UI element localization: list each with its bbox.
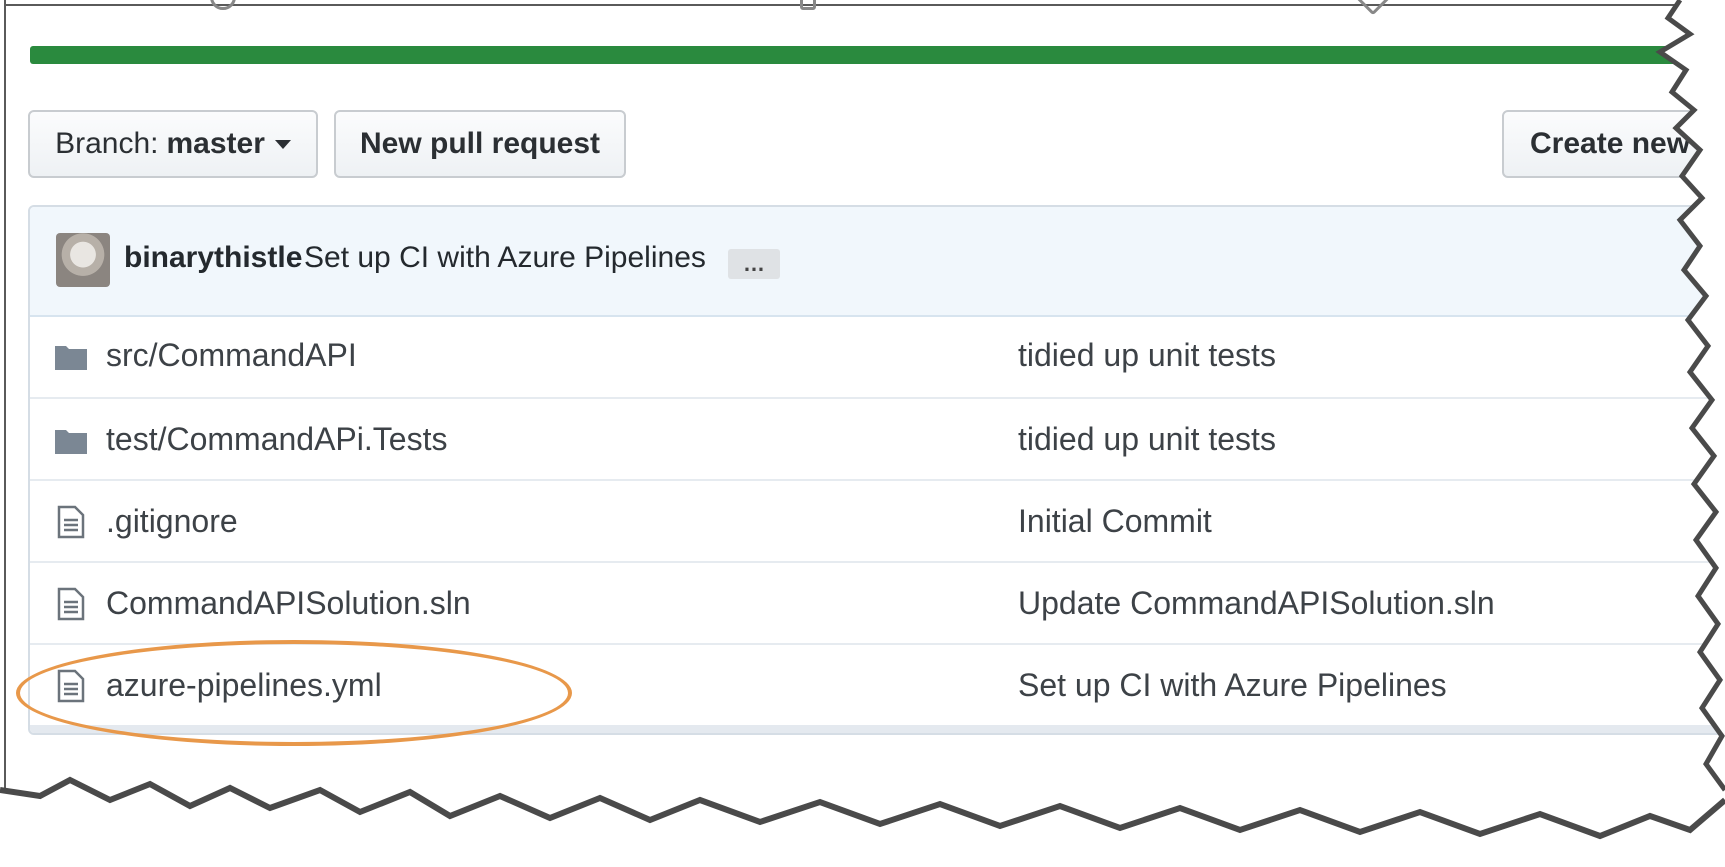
table-row[interactable]: src/CommandAPI tidied up unit tests	[30, 315, 1725, 397]
file-commit-message[interactable]: Update CommandAPISolution.sln	[1018, 585, 1495, 622]
folder-icon	[55, 430, 87, 454]
file-name-link[interactable]: src/CommandAPI	[106, 337, 357, 374]
branch-select-button[interactable]: Branch: master	[28, 110, 318, 178]
language-bar[interactable]	[30, 46, 1700, 64]
tag-icon	[1354, 0, 1392, 16]
branch-icon	[800, 0, 816, 10]
file-icon	[57, 505, 85, 539]
file-commit-message[interactable]: Set up CI with Azure Pipelines	[1018, 667, 1447, 704]
branches-stat[interactable]	[800, 0, 816, 10]
expand-commit-button[interactable]: …	[728, 249, 780, 279]
branch-label: Branch:	[55, 127, 159, 160]
table-row[interactable]: test/CommandAPi.Tests tidied up unit tes…	[30, 397, 1725, 479]
file-commit-message[interactable]: Initial Commit	[1018, 503, 1212, 540]
table-row[interactable]: azure-pipelines.yml Set up CI with Azure…	[30, 643, 1725, 725]
commit-author[interactable]: binarythistle	[124, 241, 302, 275]
caret-down-icon	[274, 139, 291, 149]
commit-message[interactable]: Set up CI with Azure Pipelines	[304, 241, 706, 275]
file-name-link[interactable]: test/CommandAPi.Tests	[106, 421, 447, 458]
file-list: binarythistle Set up CI with Azure Pipel…	[28, 205, 1725, 735]
folder-icon	[55, 346, 87, 370]
repo-page: Branch: master New pull request Create n…	[0, 0, 1725, 867]
file-name-link[interactable]: azure-pipelines.yml	[106, 667, 382, 704]
file-icon	[57, 587, 85, 621]
file-name-link[interactable]: CommandAPISolution.sln	[106, 585, 471, 622]
file-name-link[interactable]: .gitignore	[106, 503, 238, 540]
table-row[interactable]: .gitignore Initial Commit	[30, 479, 1725, 561]
latest-commit-header: binarythistle Set up CI with Azure Pipel…	[30, 207, 1725, 317]
file-commit-message[interactable]: tidied up unit tests	[1018, 337, 1276, 374]
frame-left-border	[4, 0, 6, 800]
new-pull-request-button[interactable]: New pull request	[334, 110, 626, 178]
create-new-file-button[interactable]: Create new	[1502, 110, 1722, 178]
releases-stat[interactable]	[1354, 0, 1392, 16]
avatar[interactable]	[56, 233, 110, 287]
branch-name: master	[166, 127, 265, 160]
table-row[interactable]: CommandAPISolution.sln Update CommandAPI…	[30, 561, 1725, 643]
repo-stats-bar	[30, 0, 1680, 16]
file-icon	[57, 669, 85, 703]
history-icon	[210, 0, 236, 10]
readme-banner	[30, 725, 1725, 733]
file-rows: src/CommandAPI tidied up unit tests test…	[30, 315, 1725, 725]
file-commit-message[interactable]: tidied up unit tests	[1018, 421, 1276, 458]
commits-stat[interactable]	[210, 0, 236, 10]
